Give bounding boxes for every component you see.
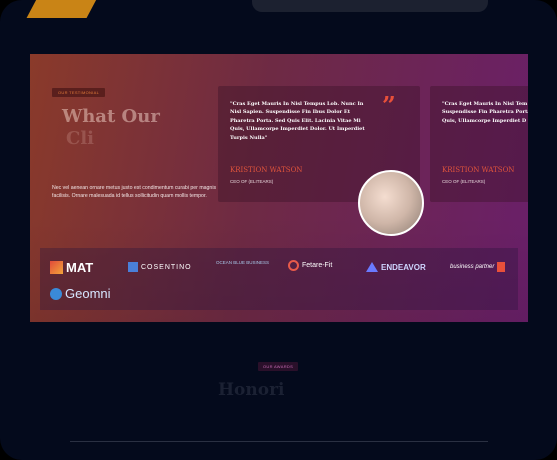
mat-logo-icon [50, 261, 63, 274]
testimonial-quote: "Cras Eget Mauris In Nisl Tem Nisl Sapie… [442, 101, 528, 124]
logo-businesspartner[interactable]: business partner [450, 262, 506, 272]
section-title: What Our Cli [62, 106, 160, 150]
logo-endeavor[interactable]: ENDEAVOR [366, 262, 426, 272]
logo-endeavor-text: ENDEAVOR [381, 262, 426, 272]
logo-oceanblue-text: OCEAN BLUE BUSINESS [216, 260, 270, 265]
testimonial-role: CEO OF (ELITEARS) [442, 179, 486, 184]
section-title-line2: Cli [66, 128, 95, 149]
logo-mat-text: MAT [66, 260, 94, 275]
partner-logo-strip: MAT COSENTINO OCEAN BLUE BUSINESS Fetare… [40, 248, 518, 310]
testimonial-role: CEO OF (ELITEARS) [230, 179, 274, 184]
endeavor-logo-icon [366, 262, 378, 272]
testimonial-name: KRISTION WATSON [230, 166, 303, 174]
logo-futurefit-text: Fetare-Fit [302, 262, 333, 269]
quote-icon: ” [382, 91, 396, 120]
logo-futurefit[interactable]: Fetare-Fit [288, 260, 332, 271]
cosentino-logo-icon [128, 262, 138, 272]
section-description: Nec vel aenean ornare metus justo est co… [52, 185, 217, 199]
logo-cosentino-text: COSENTINO [141, 263, 192, 271]
testimonial-section: OUR TESTIMONIAL What Our Cli Nec vel aen… [30, 54, 528, 322]
logo-geomni[interactable]: Geomni [50, 286, 111, 301]
section-title-line1: What Our [62, 106, 160, 127]
testimonial-card[interactable]: "Cras Eget Mauris In Nisl Tem Nisl Sapie… [430, 86, 528, 202]
honors-title: Honori [218, 380, 285, 400]
logo-geomni-text: Geomni [65, 286, 111, 301]
testimonial-name: KRISTION WATSON [442, 166, 515, 174]
testimonial-quote: "Cras Eget Mauris In Nisl Tempus Lob. Nu… [230, 101, 365, 141]
avatar [358, 170, 424, 236]
honors-pill-label: OUR AWARDS [258, 362, 299, 371]
top-bar [252, 0, 488, 12]
page-frame: OUR TESTIMONIAL What Our Cli Nec vel aen… [0, 0, 557, 460]
divider [70, 441, 488, 442]
logo-mat[interactable]: MAT [50, 260, 93, 275]
section-pill-label: OUR TESTIMONIAL [52, 88, 106, 97]
logo-oceanblue[interactable]: OCEAN BLUE BUSINESS [216, 260, 269, 265]
businesspartner-logo-icon [497, 262, 506, 272]
top-accent-shape [26, 0, 102, 18]
logo-cosentino[interactable]: COSENTINO [128, 262, 192, 272]
futurefit-logo-icon [288, 260, 299, 271]
logo-businesspartner-text: business partner [450, 264, 495, 270]
testimonial-card[interactable]: "Cras Eget Mauris In Nisl Tempus Lob. Nu… [218, 86, 424, 236]
geomni-logo-icon [50, 287, 62, 300]
